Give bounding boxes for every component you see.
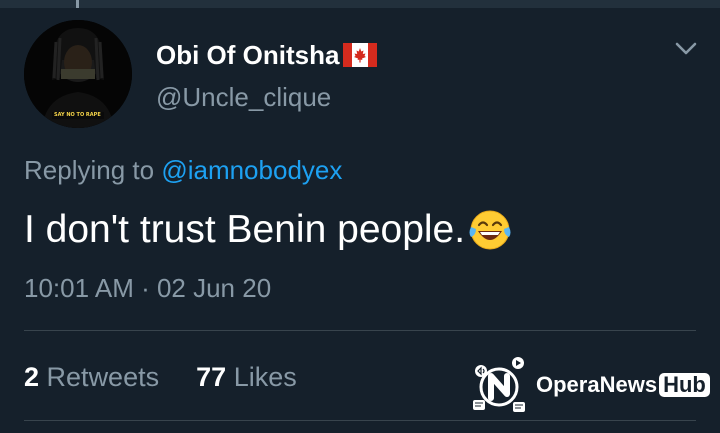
retweets-stat[interactable]: 2 Retweets <box>24 362 167 392</box>
replying-to-line: Replying to @iamnobodyex <box>24 152 342 188</box>
avatar-caption: SAY NO TO RAPE <box>54 112 101 118</box>
replying-prefix: Replying to <box>24 155 155 185</box>
operanews-logo-icon <box>468 354 530 416</box>
tweet-text: I don't trust Benin people. <box>24 208 466 251</box>
tweet-timestamp[interactable]: 10:01 AM · 02 Jun 20 <box>24 270 271 306</box>
likes-count: 77 <box>196 362 227 392</box>
tweet-text-row: I don't trust Benin people. <box>24 206 513 254</box>
replying-to-link[interactable]: @iamnobodyex <box>161 155 342 185</box>
top-bar-notch <box>76 0 79 8</box>
retweets-count: 2 <box>24 362 40 392</box>
operanews-brand-suffix: Hub <box>659 373 710 397</box>
likes-label: Likes <box>233 362 297 392</box>
likes-stat[interactable]: 77 Likes <box>196 362 297 392</box>
divider <box>24 420 696 421</box>
author-name[interactable]: Obi Of Onitsha <box>156 38 339 72</box>
operanews-brand-name: OperaNews <box>536 372 658 397</box>
avatar[interactable]: SAY NO TO RAPE <box>24 20 132 128</box>
chevron-down-icon[interactable] <box>674 40 698 58</box>
author-handle[interactable]: @Uncle_clique <box>156 80 331 114</box>
author-name-row[interactable]: Obi Of Onitsha <box>156 38 378 72</box>
laughing-tears-emoji-icon <box>467 207 513 253</box>
engagement-stats: 2 Retweets 77 Likes <box>24 358 297 396</box>
canada-flag-icon <box>343 43 378 67</box>
retweets-label: Retweets <box>46 362 160 392</box>
operanews-watermark: OperaNews Hub <box>468 354 710 416</box>
operanews-brand: OperaNews Hub <box>536 372 710 398</box>
top-bar <box>0 0 720 8</box>
divider <box>24 330 696 331</box>
